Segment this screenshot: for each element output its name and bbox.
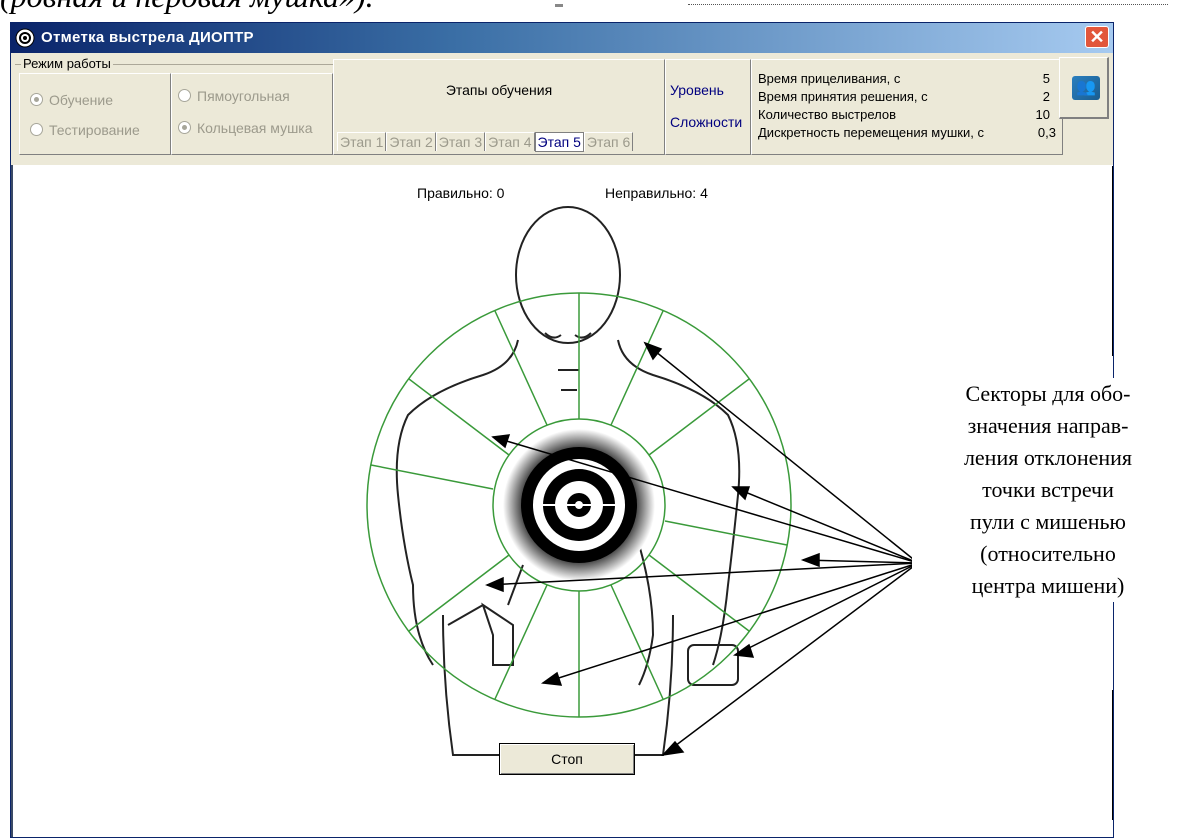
tab-stage-4[interactable]: Этап 4	[485, 132, 535, 151]
radio-rectangular-indicator	[178, 89, 191, 102]
radio-learning[interactable]: Обучение	[30, 92, 113, 108]
radio-ring-indicator	[178, 121, 191, 134]
param-aim-time: Время прицеливания, с 5	[758, 70, 1058, 88]
stages-panel: Этапы обучения Этап 1 Этап 2 Этап 3 Этап 4Э…	[333, 59, 665, 155]
param-aim-time-label: Время прицеливания, с	[758, 71, 901, 86]
document-edge-lower	[1112, 690, 1113, 820]
sector-line-nw	[408, 378, 510, 456]
annotation-line: (относительно	[980, 541, 1116, 566]
sector-line-nnw	[494, 310, 548, 426]
sectors-annotation: Секторы для обо- значения направ- ления …	[912, 378, 1184, 602]
difficulty-label[interactable]: Сложности	[670, 114, 742, 130]
params-panel: Время прицеливания, с 5 Время принятия р…	[751, 59, 1063, 155]
document-dotted-line	[688, 4, 1168, 7]
annotation-line: пули с мишенью	[970, 509, 1126, 534]
close-button[interactable]: ✕	[1085, 26, 1109, 48]
titlebar[interactable]: Отметка выстрела ДИОПТР ✕	[11, 23, 1113, 53]
param-decision-time-value: 2	[1042, 89, 1050, 104]
sector-line-sse	[610, 584, 664, 700]
document-header-text: (ровная и перовая мушка»).	[0, 0, 700, 18]
annotation-line: центра мишени)	[971, 573, 1125, 598]
param-shots: Количество выстрелов 10	[758, 106, 1058, 124]
radio-learning-label: Обучение	[49, 92, 114, 108]
users-button[interactable]: 👥	[1059, 57, 1109, 119]
annotation-line: точки встречи	[982, 477, 1114, 502]
level-panel: Уровень Сложности	[665, 59, 751, 155]
tab-stage-3[interactable]: Этап 3	[435, 132, 486, 151]
radio-rectangular[interactable]: Пямоугольная	[178, 88, 290, 104]
radio-testing-label: Тестирование	[49, 122, 140, 138]
sector-line-w	[370, 464, 494, 490]
sector-line-e	[664, 520, 788, 546]
param-shots-value: 10	[1035, 107, 1050, 122]
stage-tabs: Этап 1 Этап 2 Этап 3 Этап 4 Этап 5 Этап 6	[337, 132, 634, 154]
document-edge-upper	[1112, 166, 1113, 356]
mode-panel: Обучение Тестирование	[19, 73, 171, 155]
param-decision-time: Время принятия решения, с 2	[758, 88, 1058, 106]
window-title: Отметка выстрела ДИОПТР	[41, 29, 254, 46]
param-decision-time-label: Время принятия решения, с	[758, 89, 928, 104]
sector-line-nne	[610, 310, 664, 426]
tab-stage-6[interactable]: Этап 6	[583, 132, 634, 151]
annotation-line: Секторы для обо-	[965, 381, 1131, 406]
radio-ring[interactable]: Кольцевая мушка	[178, 120, 313, 136]
stages-title: Этапы обучения	[445, 82, 553, 98]
bullseye-target	[503, 429, 655, 581]
radio-testing-indicator	[30, 123, 43, 136]
sight-panel: Пямоугольная Кольцевая мушка	[171, 73, 333, 155]
users-icon: 👥	[1072, 76, 1100, 100]
param-aim-time-value: 5	[1042, 71, 1050, 86]
param-step: Дискретность перемещения мушки, с 0,3	[758, 124, 1058, 142]
param-step-label: Дискретность перемещения мушки, с	[758, 125, 984, 140]
tab-stage-1[interactable]: Этап 1	[337, 132, 387, 151]
radio-learning-indicator	[30, 93, 43, 106]
level-label[interactable]: Уровень	[670, 82, 724, 98]
tab-stage-5[interactable]: Этап 5	[534, 132, 584, 152]
annotation-line: ления отклонения	[963, 445, 1133, 470]
toolbar: Режим работы Обучение Тестирование Пямоу…	[11, 53, 1113, 166]
sector-line-se	[648, 554, 750, 632]
radio-rectangular-label: Пямоугольная	[197, 88, 290, 104]
close-icon: ✕	[1089, 27, 1105, 47]
param-shots-label: Количество выстрелов	[758, 107, 897, 122]
radio-testing[interactable]: Тестирование	[30, 122, 140, 138]
document-mark	[555, 4, 563, 7]
radio-ring-label: Кольцевая мушка	[197, 120, 313, 136]
sector-line-ne	[648, 378, 750, 456]
param-step-value: 0,3	[1037, 125, 1056, 140]
mode-legend: Режим работы	[21, 56, 113, 71]
annotation-line: значения направ-	[967, 413, 1129, 438]
tab-stage-2[interactable]: Этап 2	[386, 132, 436, 151]
params-list: Время прицеливания, с 5 Время принятия р…	[758, 70, 1058, 142]
stop-button[interactable]: Стоп	[499, 743, 635, 775]
sector-line-ssw	[494, 584, 548, 700]
target-app-icon	[15, 28, 35, 48]
